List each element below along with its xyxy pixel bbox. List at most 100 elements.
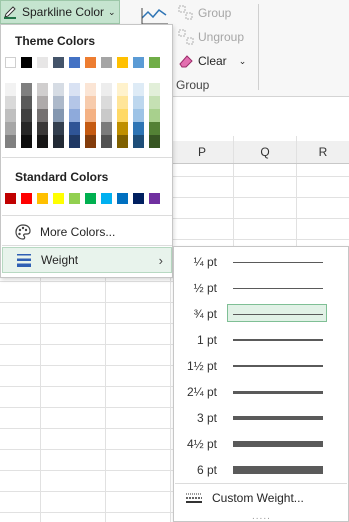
- clear-button[interactable]: Clear ⌄: [178, 53, 246, 69]
- column-header-r[interactable]: R: [297, 141, 349, 164]
- weight-option[interactable]: ¼ pt: [175, 251, 347, 273]
- more-colors-label: More Colors...: [40, 225, 116, 239]
- theme-shade-swatch[interactable]: [21, 135, 32, 148]
- weight-option[interactable]: 1 pt: [175, 329, 347, 351]
- theme-shade-swatch[interactable]: [53, 96, 64, 109]
- theme-shade-swatch[interactable]: [101, 122, 112, 135]
- standard-color-swatch[interactable]: [5, 193, 16, 204]
- theme-color-swatch[interactable]: [85, 57, 96, 68]
- resize-grip[interactable]: .....: [252, 511, 271, 522]
- theme-shade-swatch[interactable]: [5, 122, 16, 135]
- clear-label: Clear: [198, 54, 227, 68]
- theme-shade-swatch[interactable]: [37, 135, 48, 148]
- standard-color-swatch[interactable]: [133, 193, 144, 204]
- theme-shade-swatch[interactable]: [149, 83, 160, 96]
- theme-shade-swatch[interactable]: [37, 109, 48, 122]
- theme-color-swatch[interactable]: [53, 57, 64, 68]
- theme-shade-swatch[interactable]: [117, 109, 128, 122]
- theme-color-swatch[interactable]: [101, 57, 112, 68]
- theme-shade-swatch[interactable]: [5, 96, 16, 109]
- theme-shade-swatch[interactable]: [53, 109, 64, 122]
- theme-shade-swatch[interactable]: [133, 135, 144, 148]
- weight-option[interactable]: 2¼ pt: [175, 381, 347, 403]
- menu-separator: [175, 483, 347, 484]
- theme-shade-swatch[interactable]: [21, 96, 32, 109]
- theme-shade-swatch[interactable]: [133, 83, 144, 96]
- weight-option-label: 2¼ pt: [186, 385, 217, 399]
- theme-shade-swatch[interactable]: [101, 83, 112, 96]
- theme-shade-swatch[interactable]: [37, 83, 48, 96]
- theme-shade-swatch[interactable]: [21, 109, 32, 122]
- theme-shade-swatch[interactable]: [53, 83, 64, 96]
- theme-shade-swatch[interactable]: [101, 135, 112, 148]
- theme-shade-swatch[interactable]: [85, 122, 96, 135]
- theme-shade-swatch[interactable]: [69, 96, 80, 109]
- weight-option[interactable]: 6 pt: [175, 459, 347, 481]
- theme-shade-swatch[interactable]: [53, 135, 64, 148]
- theme-shade-swatch[interactable]: [69, 122, 80, 135]
- theme-shade-swatch[interactable]: [117, 83, 128, 96]
- theme-shade-swatch[interactable]: [149, 96, 160, 109]
- theme-color-swatch[interactable]: [21, 57, 32, 68]
- theme-shade-swatch[interactable]: [149, 122, 160, 135]
- theme-shade-swatch[interactable]: [149, 109, 160, 122]
- more-colors-item[interactable]: More Colors...: [2, 219, 172, 245]
- theme-shade-swatch[interactable]: [37, 122, 48, 135]
- weight-option[interactable]: ¾ pt: [175, 303, 347, 325]
- weight-option-label: 6 pt: [196, 463, 217, 477]
- theme-shade-swatch[interactable]: [69, 135, 80, 148]
- column-header-q[interactable]: Q: [234, 141, 296, 164]
- theme-shade-swatch[interactable]: [69, 109, 80, 122]
- theme-shade-swatch[interactable]: [149, 135, 160, 148]
- theme-color-swatch[interactable]: [133, 57, 144, 68]
- custom-weight-label: Custom Weight...: [212, 491, 304, 505]
- standard-color-swatch[interactable]: [117, 193, 128, 204]
- custom-weight-item[interactable]: Custom Weight...: [175, 487, 347, 509]
- column-header-p[interactable]: P: [171, 141, 233, 164]
- ungroup-button[interactable]: Ungroup: [178, 29, 244, 45]
- theme-shade-swatch[interactable]: [21, 122, 32, 135]
- standard-color-swatch[interactable]: [37, 193, 48, 204]
- theme-shade-swatch[interactable]: [133, 122, 144, 135]
- theme-color-swatch[interactable]: [117, 57, 128, 68]
- theme-shade-swatch[interactable]: [133, 96, 144, 109]
- weight-item[interactable]: Weight ›: [2, 247, 172, 273]
- theme-color-swatch[interactable]: [149, 57, 160, 68]
- standard-color-swatch[interactable]: [21, 193, 32, 204]
- theme-shade-swatch[interactable]: [21, 83, 32, 96]
- theme-shade-swatch[interactable]: [117, 135, 128, 148]
- theme-shade-swatch[interactable]: [5, 83, 16, 96]
- weight-option[interactable]: 4½ pt: [175, 433, 347, 455]
- theme-shade-swatch[interactable]: [53, 122, 64, 135]
- weight-option[interactable]: 1½ pt: [175, 355, 347, 377]
- theme-shade-swatch[interactable]: [133, 109, 144, 122]
- standard-color-swatch[interactable]: [69, 193, 80, 204]
- theme-shade-swatch[interactable]: [85, 96, 96, 109]
- theme-shade-swatch[interactable]: [117, 96, 128, 109]
- weight-option[interactable]: 3 pt: [175, 407, 347, 429]
- weight-option[interactable]: ½ pt: [175, 277, 347, 299]
- menu-separator: [2, 215, 172, 216]
- group-button[interactable]: Group: [178, 5, 231, 21]
- theme-shade-swatch[interactable]: [5, 135, 16, 148]
- theme-shade-swatch[interactable]: [117, 122, 128, 135]
- group-icon: [178, 5, 193, 20]
- theme-shade-swatch[interactable]: [5, 109, 16, 122]
- theme-shade-swatch[interactable]: [85, 109, 96, 122]
- theme-shade-swatch[interactable]: [85, 83, 96, 96]
- group-label: Group: [198, 6, 232, 20]
- theme-color-swatch[interactable]: [37, 57, 48, 68]
- theme-color-swatch[interactable]: [69, 57, 80, 68]
- theme-color-swatch[interactable]: [5, 57, 16, 68]
- standard-color-swatch[interactable]: [101, 193, 112, 204]
- sparkline-color-button[interactable]: Sparkline Color ⌄: [0, 0, 120, 24]
- theme-shade-swatch[interactable]: [101, 109, 112, 122]
- standard-color-swatch[interactable]: [85, 193, 96, 204]
- theme-shade-swatch[interactable]: [85, 135, 96, 148]
- standard-color-swatch[interactable]: [53, 193, 64, 204]
- theme-shade-swatch[interactable]: [69, 83, 80, 96]
- theme-shade-swatch[interactable]: [37, 96, 48, 109]
- theme-shade-swatch[interactable]: [101, 96, 112, 109]
- standard-color-swatch[interactable]: [149, 193, 160, 204]
- weight-option-label: 1 pt: [196, 333, 217, 347]
